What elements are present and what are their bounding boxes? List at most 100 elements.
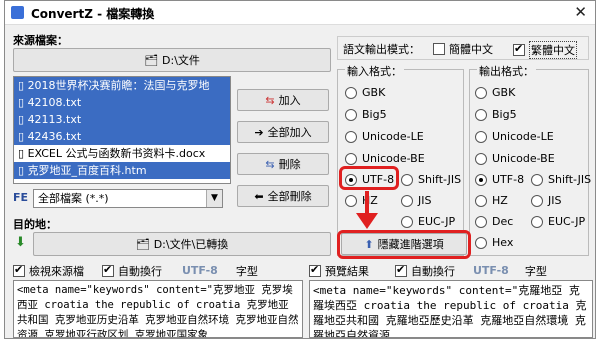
remove-all-label: 全部刪除 (267, 190, 312, 203)
input-format-option[interactable]: Unicode-LE (345, 130, 424, 143)
radio-button[interactable] (531, 194, 543, 207)
radio-button[interactable] (531, 173, 543, 186)
input-format-option[interactable]: JIS (401, 194, 431, 207)
input-format-option[interactable]: GBK (345, 86, 385, 99)
file-name: 42108.txt (27, 96, 82, 109)
view-source-label: 檢視來源檔 (29, 264, 84, 278)
file-list-item[interactable]: ▯ 42113.txt (14, 111, 230, 128)
radio-button[interactable] (475, 108, 487, 121)
right-font-button[interactable]: 字型 (525, 263, 547, 279)
simplified-checkbox[interactable] (433, 43, 445, 55)
preview-checkbox[interactable] (309, 263, 321, 277)
option-label: Big5 (362, 108, 387, 121)
output-format-option[interactable]: Unicode-LE (475, 130, 554, 143)
option-label: Big5 (492, 108, 517, 121)
add-all-button[interactable]: ➔ 全部加入 (237, 121, 329, 143)
file-list-item[interactable]: ▯ 42108.txt (14, 94, 230, 111)
output-format-option[interactable]: GBK (475, 86, 515, 99)
title-bar: ConvertZ - 檔案轉換 ✕ (5, 1, 595, 25)
right-wrap-checkbox[interactable] (395, 263, 407, 277)
output-format-option[interactable]: JIS (531, 194, 561, 207)
simplified-option[interactable]: 簡體中文 (433, 41, 493, 57)
radio-button[interactable] (475, 173, 487, 186)
arrow-right-icon: ➔ (254, 125, 264, 139)
traditional-option[interactable]: 繁體中文 (513, 41, 577, 59)
input-format-option[interactable]: Big5 (345, 108, 387, 121)
file-name: 2018世界杯决赛前瞻：法国与克罗地 (27, 79, 210, 92)
output-format-option[interactable]: Big5 (475, 108, 517, 121)
radio-button[interactable] (475, 130, 487, 143)
radio-button[interactable] (475, 194, 487, 207)
file-name: 42436.txt (27, 130, 82, 143)
remove-icon: ⇆ (265, 157, 275, 171)
dest-folder-button[interactable]: 🗂 D:\文件\已轉換 (33, 232, 331, 256)
radio-button[interactable] (475, 215, 487, 228)
remove-label: 刪除 (278, 158, 301, 171)
input-format-option[interactable]: Shift-JIS (401, 173, 461, 186)
radio-button[interactable] (475, 152, 487, 165)
window-title: ConvertZ - 檔案轉換 (31, 7, 155, 21)
app-icon (11, 6, 24, 19)
chevron-down-icon[interactable]: ▼ (206, 190, 222, 207)
left-wrap-checkbox[interactable] (102, 263, 114, 277)
input-format-option[interactable]: Unicode-BE (345, 152, 425, 165)
output-format-option[interactable]: Shift-JIS (531, 173, 591, 186)
option-label: Unicode-LE (362, 130, 424, 143)
file-list-item[interactable]: ▯ 2018世界杯决赛前瞻：法国与克罗地 (14, 77, 230, 94)
right-pane-toolbar: 預覽結果 自動換行 UTF-8 字型 (309, 262, 595, 279)
arrow-left-icon: ⬅ (254, 189, 264, 203)
radio-button[interactable] (345, 108, 357, 121)
radio-button[interactable] (401, 215, 413, 228)
output-format-option[interactable]: Unicode-BE (475, 152, 555, 165)
file-filter-select[interactable]: 全部檔案 (*.*) ▼ (33, 189, 223, 208)
output-mode-label: 語文輸出模式： (343, 43, 420, 56)
file-icon: ▯ (18, 130, 28, 143)
left-encoding-label: UTF-8 (182, 264, 218, 277)
radio-button[interactable] (401, 173, 413, 186)
option-label: GBK (492, 86, 516, 99)
filter-prefix: FE (13, 191, 29, 204)
output-format-option[interactable]: Dec (475, 215, 513, 228)
input-format-option[interactable]: EUC-JP (401, 215, 455, 228)
view-source-checkbox[interactable] (13, 263, 25, 277)
file-list-item[interactable]: ▯ 42436.txt (14, 128, 230, 145)
radio-button[interactable] (345, 86, 357, 99)
radio-button[interactable] (345, 152, 357, 165)
radio-button[interactable] (475, 236, 487, 249)
file-list-item[interactable]: ▯ EXCEL 公式与函数新书资料卡.docx (14, 145, 230, 162)
close-icon[interactable]: ✕ (574, 3, 587, 21)
option-label: JIS (418, 194, 432, 207)
simplified-label: 簡體中文 (449, 43, 493, 56)
option-label: Unicode-BE (362, 152, 425, 165)
arrow-down-icon (356, 191, 378, 229)
add-all-label: 全部加入 (267, 126, 312, 139)
option-label: Unicode-BE (492, 152, 555, 165)
output-format-option[interactable]: EUC-JP (531, 215, 585, 228)
output-format-option[interactable]: Hex (475, 236, 513, 249)
left-font-button[interactable]: 字型 (236, 263, 258, 279)
radio-button[interactable] (345, 130, 357, 143)
option-label: EUC-JP (548, 215, 586, 228)
traditional-label: 繁體中文 (529, 41, 577, 59)
add-button[interactable]: ⇆ 加入 (237, 89, 329, 111)
preview-text-view[interactable]: <meta name="keywords" content="克羅地亞 克羅埃西… (309, 280, 593, 338)
file-list-item[interactable]: ▯ 克罗地亚_百度百科.htm (14, 162, 230, 179)
download-icon: ⬇ (15, 235, 26, 250)
option-label: Shift-JIS (418, 173, 462, 186)
source-text-view[interactable]: <meta name="keywords" content="克罗地亚 克罗埃西… (13, 280, 303, 338)
option-label: Unicode-LE (492, 130, 554, 143)
input-format-title: 輸入格式： (345, 63, 404, 79)
convertz-window: ConvertZ - 檔案轉換 ✕ 來源檔案： 🗂 D:\文件 ▯ 2018世界… (4, 0, 596, 339)
traditional-checkbox[interactable] (513, 42, 525, 56)
output-format-option[interactable]: HZ (475, 194, 508, 207)
radio-button[interactable] (531, 215, 543, 228)
remove-all-button[interactable]: ⬅ 全部刪除 (237, 185, 329, 207)
remove-button[interactable]: ⇆ 刪除 (237, 153, 329, 175)
source-file-list[interactable]: ▯ 2018世界杯决赛前瞻：法国与克罗地 ▯ 42108.txt ▯ 42113.t… (13, 76, 231, 184)
radio-button[interactable] (475, 86, 487, 99)
option-label: Shift-JIS (548, 173, 592, 186)
radio-button[interactable] (401, 194, 413, 207)
source-folder-button[interactable]: 🗂 D:\文件 (13, 48, 331, 72)
file-filter-value: 全部檔案 (*.*) (38, 192, 109, 205)
output-format-option[interactable]: UTF-8 (475, 173, 524, 186)
